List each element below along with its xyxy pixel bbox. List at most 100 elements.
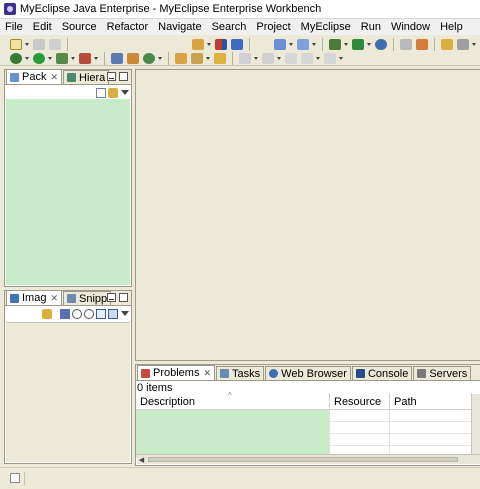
menu-project[interactable]: Project [251,19,295,35]
column-resource[interactable]: Resource [330,393,390,410]
coverage-dropdown-icon[interactable] [94,53,99,64]
debug-icon[interactable] [10,53,22,64]
tab-label: Tasks [232,367,261,380]
open-resource-icon[interactable] [297,39,309,50]
view-menu-icon[interactable] [120,309,129,319]
tab-servers[interactable]: Servers [413,366,472,380]
close-icon[interactable]: ✕ [50,293,58,304]
column-path[interactable]: Path [390,393,472,410]
last-edit-icon[interactable] [285,53,297,64]
view-menu-icon[interactable] [120,88,129,98]
editor-area[interactable] [135,69,480,361]
problems-icon [141,368,150,378]
tab-tasks[interactable]: Tasks [216,366,265,380]
menu-search[interactable]: Search [207,19,252,35]
back-icon[interactable] [301,53,313,64]
actual-size-icon[interactable] [96,308,106,319]
run-dropdown-icon[interactable] [48,53,53,64]
toolbar-separator [249,38,250,51]
perspective-icon[interactable] [441,39,453,50]
perspective-switch-icon[interactable] [457,39,469,50]
pencil-icon[interactable] [191,53,203,64]
new-project-icon[interactable] [192,39,204,50]
browse-dropdown-icon[interactable] [367,39,372,50]
menu-window[interactable]: Window [386,19,435,35]
menu-file[interactable]: File [0,19,28,35]
menu-help[interactable]: Help [435,19,468,35]
new-class-icon[interactable] [143,53,155,64]
zoom-in-icon[interactable] [84,308,94,319]
globe-icon[interactable] [375,39,387,50]
menu-edit[interactable]: Edit [28,19,57,35]
forward-icon[interactable] [324,53,336,64]
link-editor-icon[interactable] [108,87,118,98]
zoom-out-icon[interactable] [72,308,82,319]
previous-annotation-dropdown-icon[interactable] [277,53,282,64]
run-server-dropdown-icon[interactable] [344,39,349,50]
folder-open-icon[interactable] [214,53,226,64]
new-class-dropdown-icon[interactable] [158,53,163,64]
toolbar-separator [434,38,435,51]
tab-image-preview[interactable]: Imag ✕ [6,290,63,305]
server-deploy-icon[interactable] [231,39,243,50]
tab-snippets[interactable]: Snipp [63,291,112,305]
tab-console[interactable]: Console [351,366,413,380]
minimize-icon[interactable] [107,72,116,81]
open-type-icon[interactable] [274,39,286,50]
new-icon[interactable] [10,39,22,50]
coverage-icon[interactable] [79,53,91,64]
new-java-project-icon[interactable] [111,53,123,64]
maximize-icon[interactable] [119,293,128,302]
pencil-dropdown-icon[interactable] [206,53,211,64]
close-icon[interactable]: ✕ [50,72,58,83]
table-row [136,434,472,446]
tab-web-browser[interactable]: Web Browser [265,366,351,380]
tab-problems[interactable]: Problems ✕ [137,365,216,380]
previous-annotation-icon[interactable] [262,53,274,64]
close-icon[interactable]: ✕ [203,368,211,379]
menu-run[interactable]: Run [356,19,386,35]
new-dropdown-icon[interactable] [25,39,30,50]
scroll-left-icon[interactable]: ◀ [137,455,146,464]
external-tools-dropdown-icon[interactable] [71,53,76,64]
horizontal-scrollbar[interactable]: ◀ [137,454,480,464]
open-resource-dropdown-icon[interactable] [312,39,317,50]
run-icon[interactable] [33,53,45,64]
fit-window-icon[interactable] [108,308,118,319]
collapse-all-icon[interactable] [96,87,106,98]
image-fit-icon[interactable] [60,308,70,319]
browse-icon[interactable] [352,39,364,50]
menu-source[interactable]: Source [57,19,102,35]
open-type-dropdown-icon[interactable] [289,39,294,50]
back-dropdown-icon[interactable] [316,53,321,64]
debug-dropdown-icon[interactable] [25,53,30,64]
package-explorer-content[interactable] [6,99,130,285]
menu-myeclipse[interactable]: MyEclipse [296,19,356,35]
scrollbar-thumb[interactable] [148,457,458,462]
perspective-dropdown-icon[interactable] [472,39,477,50]
forward-dropdown-icon[interactable] [339,53,344,64]
new-package-icon[interactable] [127,53,139,64]
maximize-icon[interactable] [119,72,128,81]
print-icon[interactable] [49,39,61,50]
next-annotation-dropdown-icon[interactable] [254,53,259,64]
search-icon[interactable] [400,39,412,50]
link-icon[interactable] [42,308,52,319]
open-folder-icon[interactable] [175,53,187,64]
menu-refactor[interactable]: Refactor [102,19,154,35]
new-project-dropdown-icon[interactable] [207,39,212,50]
tab-package-explorer[interactable]: Pack ✕ [6,69,63,84]
tool-icon[interactable] [416,39,428,50]
menu-navigate[interactable]: Navigate [153,19,206,35]
fast-view-icon[interactable] [10,473,20,483]
minimize-icon[interactable] [107,293,116,302]
deploy-icon[interactable] [215,39,227,50]
external-tools-icon[interactable] [56,53,68,64]
tab-hierarchy[interactable]: Hiera [63,70,110,84]
next-annotation-icon[interactable] [239,53,251,64]
column-description[interactable]: Description ^ [136,391,330,410]
save-icon[interactable] [33,39,45,50]
run-server-icon[interactable] [329,39,341,50]
vertical-scrollbar[interactable] [471,394,480,454]
image-preview-content[interactable] [6,322,130,462]
